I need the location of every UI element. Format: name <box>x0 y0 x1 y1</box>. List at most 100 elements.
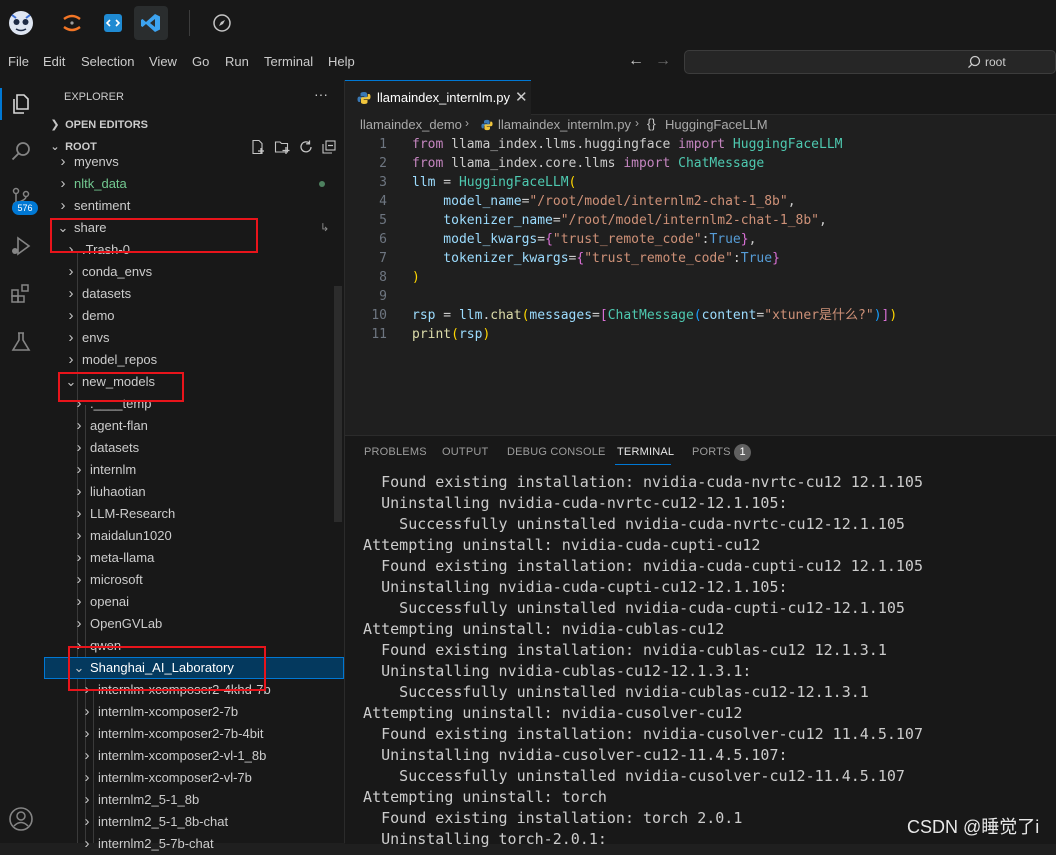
tree-item[interactable]: › internlm-xcomposer2-7b-4bit <box>44 723 344 745</box>
explorer-files-icon[interactable] <box>6 89 36 119</box>
tree-item[interactable]: › nltk_data <box>44 173 344 195</box>
back-arrow-icon[interactable]: ← <box>628 52 644 70</box>
tab-llamaindex-internlm[interactable]: llamaindex_internlm.py ✕ <box>345 80 531 115</box>
menu-file[interactable]: File <box>8 54 29 69</box>
jupyter-icon[interactable] <box>55 6 89 40</box>
tree-item[interactable]: › internlm-xcomposer2-7b <box>44 701 344 723</box>
tree-item[interactable]: › datasets <box>44 283 344 305</box>
code-line: 7 tokenizer_kwargs={"trust_remote_code":… <box>345 249 1056 268</box>
tree-item[interactable]: › myenvs <box>44 151 344 173</box>
search-icon[interactable] <box>6 136 36 166</box>
tree-item[interactable]: › conda_envs <box>44 261 344 283</box>
breadcrumb-separator-icon: › <box>465 116 469 130</box>
menu-run[interactable]: Run <box>225 54 249 69</box>
code-token: ChatMessage <box>670 156 765 171</box>
vscode-icon[interactable] <box>134 6 168 40</box>
menu-selection[interactable]: Selection <box>81 54 134 69</box>
tree-item-label: maidalun1020 <box>90 528 172 543</box>
menu-terminal[interactable]: Terminal <box>264 54 313 69</box>
extensions-icon[interactable] <box>6 279 36 309</box>
terminal-line: Uninstalling nvidia-cuda-cupti-cu12-12.1… <box>345 578 788 596</box>
toolbar-divider <box>189 10 190 36</box>
code-editor-icon[interactable] <box>96 6 130 40</box>
tree-item[interactable]: › model_repos <box>44 349 344 371</box>
code-token: } <box>772 251 780 266</box>
line-number: 5 <box>379 213 387 228</box>
breadcrumb-symbol[interactable]: HuggingFaceLLM <box>665 117 768 132</box>
line-number: 2 <box>379 156 387 171</box>
tree-item[interactable]: › demo <box>44 305 344 327</box>
more-actions-icon[interactable]: ··· <box>314 86 328 102</box>
line-number: 8 <box>379 270 387 285</box>
terminal-line: Successfully uninstalled nvidia-cublas-c… <box>345 683 869 701</box>
mascot-logo-icon[interactable] <box>4 6 38 40</box>
chevron-right-icon: › <box>76 483 82 500</box>
tree-item[interactable]: › internlm-xcomposer2-vl-1_8b <box>44 745 344 767</box>
run-debug-icon[interactable] <box>6 231 36 261</box>
tab-problems[interactable]: PROBLEMS <box>364 446 427 458</box>
code-token: import <box>678 137 726 152</box>
terminal-line: Uninstalling nvidia-cublas-cu12-12.1.3.1… <box>345 662 752 680</box>
breadcrumb-file[interactable]: llamaindex_internlm.py <box>498 117 631 132</box>
tree-item[interactable]: › meta-llama <box>44 547 344 569</box>
ports-count-badge: 1 <box>734 444 751 461</box>
code-editor[interactable]: 1 from llama_index.llms.huggingface impor… <box>345 135 1056 435</box>
tree-item[interactable]: › internlm-xcomposer2-vl-7b <box>44 767 344 789</box>
code-token: from <box>412 156 444 171</box>
close-tab-icon[interactable]: ✕ <box>515 88 528 106</box>
watermark: CSDN @睡觉了i <box>907 817 1040 837</box>
tree-item-label: LLM-Research <box>90 506 176 521</box>
terminal-line: Found existing installation: nvidia-cuda… <box>345 473 923 491</box>
tab-output[interactable]: OUTPUT <box>442 446 488 458</box>
tree-item-label: demo <box>82 308 115 323</box>
line-number: 1 <box>379 137 387 152</box>
line-number: 7 <box>379 251 387 266</box>
menu-go[interactable]: Go <box>192 54 209 69</box>
tree-item[interactable]: › microsoft <box>44 569 344 591</box>
testing-flask-icon[interactable] <box>6 327 36 357</box>
terminal-line: Uninstalling nvidia-cusolver-cu12-11.4.5… <box>345 746 788 764</box>
highlight-box-share <box>50 218 258 253</box>
tab-terminal[interactable]: TERMINAL <box>617 446 674 458</box>
tab-ports[interactable]: PORTS <box>692 446 731 458</box>
code-text: print(rsp) <box>412 325 490 344</box>
tree-item[interactable]: › internlm2_5-1_8b <box>44 789 344 811</box>
chevron-right-icon: › <box>76 505 82 522</box>
open-editors-section[interactable]: ❯ OPEN EDITORS <box>44 114 344 136</box>
compass-icon[interactable] <box>205 6 239 40</box>
code-token: import <box>623 156 671 171</box>
terminal-line: Uninstalling torch-2.0.1: <box>345 830 607 848</box>
terminal-line: Found existing installation: nvidia-cubl… <box>345 641 887 659</box>
code-token: , <box>819 213 827 228</box>
tree-item[interactable]: › datasets <box>44 437 344 459</box>
tree-item-label: liuhaotian <box>90 484 146 499</box>
tab-debug-console[interactable]: DEBUG CONSOLE <box>507 446 606 458</box>
menu-view[interactable]: View <box>149 54 177 69</box>
code-token: llama_index.core.llms <box>443 156 624 171</box>
tree-item[interactable]: › internlm2_5-1_8b-chat <box>44 811 344 833</box>
account-icon[interactable] <box>6 804 36 834</box>
tree-item[interactable]: › agent-flan <box>44 415 344 437</box>
code-line: 4 model_name="/root/model/internlm2-chat… <box>345 192 1056 211</box>
tree-item[interactable]: › liuhaotian <box>44 481 344 503</box>
chevron-right-icon: › <box>76 461 82 478</box>
tree-item[interactable]: › sentiment <box>44 195 344 217</box>
explorer-sidebar: EXPLORER ··· ❯ OPEN EDITORS ⌄ ROOT › myen… <box>44 80 345 852</box>
tree-item[interactable]: › LLM-Research <box>44 503 344 525</box>
tree-item[interactable]: › openai <box>44 591 344 613</box>
tree-item[interactable]: › internlm <box>44 459 344 481</box>
menu-help[interactable]: Help <box>328 54 355 69</box>
forward-arrow-icon[interactable]: → <box>655 52 671 70</box>
line-number: 4 <box>379 194 387 209</box>
tree-item[interactable]: › OpenGVLab <box>44 613 344 635</box>
chevron-right-icon: › <box>60 175 66 192</box>
command-center-search[interactable]: root <box>684 50 1056 74</box>
menu-edit[interactable]: Edit <box>43 54 65 69</box>
breadcrumb-folder[interactable]: llamaindex_demo <box>360 117 462 132</box>
tree-item[interactable]: › envs <box>44 327 344 349</box>
breadcrumb-separator-icon: › <box>635 116 639 130</box>
tree-item[interactable]: › maidalun1020 <box>44 525 344 547</box>
chevron-right-icon: › <box>60 197 66 214</box>
tree-item[interactable]: › internlm2_5-7b-chat <box>44 833 344 855</box>
tree-item-label: internlm-xcomposer2-7b-4bit <box>98 726 264 741</box>
